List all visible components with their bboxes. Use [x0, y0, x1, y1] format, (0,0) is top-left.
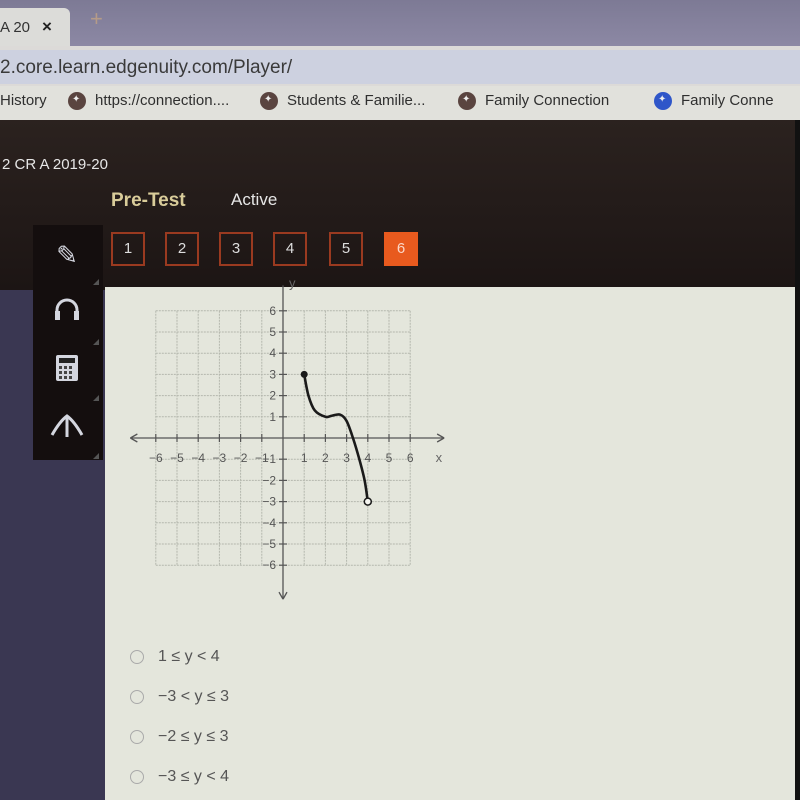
radio-button[interactable]	[130, 769, 144, 784]
y-tick-label: −5	[262, 537, 276, 551]
y-tick-label: 3	[269, 367, 276, 381]
x-tick-label: −5	[170, 451, 184, 465]
answer-option-4[interactable]: −3 ≤ y < 4	[130, 768, 229, 790]
y-tick-label: 5	[269, 325, 276, 339]
y-tick-label: 2	[269, 389, 276, 403]
x-tick-label: −6	[149, 451, 163, 465]
closed-endpoint	[300, 370, 308, 378]
answer-label: −2 ≤ y ≤ 3	[158, 728, 229, 745]
radio-button[interactable]	[130, 729, 144, 744]
y-axis-label: y	[289, 275, 296, 290]
function-graph: −6 −5 −4 −3 −2 −1 1 2 3 4 5 6654321−1−2−3−4−5−6xy	[130, 275, 445, 600]
x-tick-label: 6	[407, 451, 414, 465]
y-tick-label: −6	[262, 558, 276, 572]
answer-label: −3 ≤ y < 4	[158, 768, 230, 785]
radio-button[interactable]	[130, 649, 144, 664]
radio-button[interactable]	[130, 689, 144, 704]
open-endpoint	[363, 497, 373, 506]
x-tick-label: −4	[191, 451, 205, 465]
y-tick-label: −4	[262, 516, 276, 530]
x-tick-label: 1	[301, 451, 308, 465]
x-tick-label: −2	[234, 451, 248, 465]
y-tick-label: 1	[269, 410, 276, 424]
x-tick-label: 3	[343, 451, 350, 465]
y-tick-label: −3	[262, 495, 276, 509]
x-tick-label: 2	[322, 451, 329, 465]
y-tick-label: 6	[269, 304, 276, 318]
answer-label: −3 < y ≤ 3	[158, 688, 230, 705]
x-tick-label: −3	[213, 451, 227, 465]
y-tick-label: −1	[262, 452, 276, 466]
x-tick-label: 4	[364, 451, 371, 465]
answer-option-3[interactable]: −2 ≤ y ≤ 3	[130, 728, 228, 750]
x-tick-label: 5	[386, 451, 393, 465]
y-tick-label: 4	[269, 346, 276, 360]
x-axis-label: x	[436, 450, 443, 465]
answer-option-2[interactable]: −3 < y ≤ 3	[130, 688, 229, 710]
y-tick-label: −2	[262, 473, 276, 487]
screen-edge	[795, 120, 800, 800]
answer-option-1[interactable]: 1 ≤ y < 4	[130, 648, 220, 670]
answer-label: 1 ≤ y < 4	[158, 648, 220, 665]
